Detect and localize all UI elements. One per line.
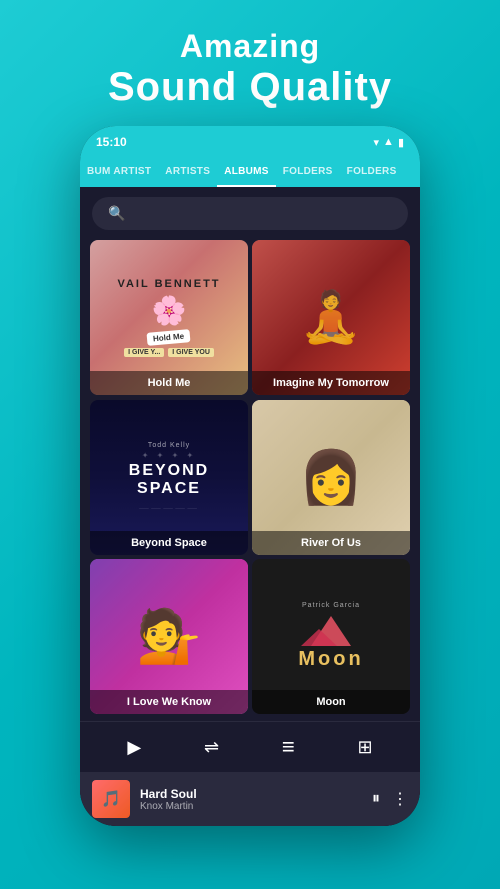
tab-folders-2[interactable]: FOLDERS [340, 158, 404, 187]
equalizer-button[interactable]: ≡ [278, 730, 299, 764]
now-playing-info: Hard Soul Knox Martin [140, 787, 362, 812]
battery-icon: ▮ [398, 136, 404, 149]
header-line1: Amazing [108, 28, 392, 65]
beyond-title: BEYONDSPACE [129, 462, 209, 497]
albums-grid: VAIL BENNETT 🌸 Hold Me I GIVE Y... I GIV… [80, 240, 420, 721]
album-label-imagine: Imagine My Tomorrow [252, 371, 410, 395]
more-button[interactable]: ⋮ [392, 789, 408, 809]
nav-tabs: BUM ARTIST ARTISTS ALBUMS FOLDERS FOLDER… [80, 158, 420, 187]
shuffle-button[interactable]: ⇌ [200, 733, 223, 762]
phone-frame: 15:10 ▾ ▲ ▮ BUM ARTIST ARTISTS ALBUMS FO… [80, 126, 420, 826]
album-card-moon[interactable]: Patrick Garcia Moon Moon [252, 559, 410, 714]
header-line2: Sound Quality [108, 65, 392, 110]
app-screen: 🔍 VAIL BENNETT 🌸 Hold Me I GIVE Y... I G… [80, 187, 420, 826]
moon-title: Moon [298, 648, 363, 671]
now-playing-bar[interactable]: 🎵 Hard Soul Knox Martin ⏸ ⋮ [80, 772, 420, 826]
search-bar[interactable]: 🔍 [92, 197, 408, 230]
bottom-controls: ▶ ⇌ ≡ ⊞ [80, 721, 420, 772]
album-card-imagine[interactable]: 🧘 Imagine My Tomorrow [252, 240, 410, 395]
queue-button[interactable]: ⊞ [354, 733, 377, 762]
tab-bum-artist[interactable]: BUM ARTIST [80, 158, 158, 187]
wifi-icon: ▾ [374, 136, 380, 149]
play-button[interactable]: ▶ [123, 733, 145, 762]
search-input[interactable] [133, 206, 392, 221]
album-card-love[interactable]: 💁 I Love We Know [90, 559, 248, 714]
status-time: 15:10 [96, 135, 127, 149]
now-playing-artist: Knox Martin [140, 801, 362, 812]
now-playing-title: Hard Soul [140, 787, 362, 801]
status-bar: 15:10 ▾ ▲ ▮ [80, 126, 420, 158]
search-icon: 🔍 [108, 205, 125, 222]
moon-artist: Patrick Garcia [302, 602, 360, 609]
album-card-river[interactable]: 👩 River Of Us [252, 400, 410, 555]
now-playing-thumb: 🎵 [92, 780, 130, 818]
phone-wrapper: 15:10 ▾ ▲ ▮ BUM ARTIST ARTISTS ALBUMS FO… [80, 126, 420, 826]
signal-icon: ▲ [383, 136, 394, 148]
album-card-hold-me[interactable]: VAIL BENNETT 🌸 Hold Me I GIVE Y... I GIV… [90, 240, 248, 395]
album-label-river: River Of Us [252, 531, 410, 555]
album-label-hold-me: Hold Me [90, 371, 248, 395]
header-section: Amazing Sound Quality [88, 0, 412, 126]
album-label-love: I Love We Know [90, 690, 248, 714]
album-label-beyond: Beyond Space [90, 531, 248, 555]
tab-artists[interactable]: ARTISTS [158, 158, 217, 187]
beyond-artist: Todd Kelly [148, 442, 190, 449]
pause-button[interactable]: ⏸ [372, 790, 380, 808]
album-card-beyond[interactable]: Todd Kelly ✦ ✦ ✦ ✦ BEYONDSPACE ⸺⸺⸺⸺⸺ Bey… [90, 400, 248, 555]
status-icons: ▾ ▲ ▮ [374, 136, 404, 149]
album-label-moon: Moon [252, 690, 410, 714]
now-playing-controls: ⏸ ⋮ [372, 789, 408, 809]
tab-albums[interactable]: ALBUMS [217, 158, 276, 187]
tab-folders-1[interactable]: FOLDERS [276, 158, 340, 187]
